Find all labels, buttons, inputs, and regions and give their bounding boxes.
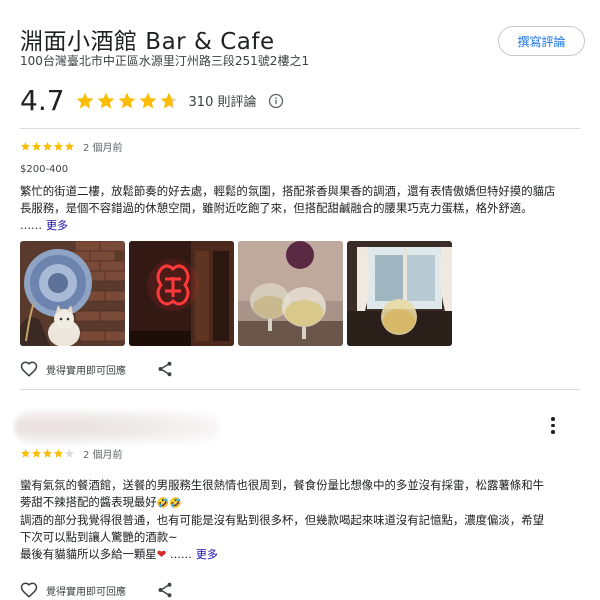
more-label[interactable]: 更多 [46,219,68,232]
place-title: 淵面小酒館 Bar & Cafe [20,29,275,55]
blurred-reviewer-info [14,410,219,444]
review-time: 2 個月前 [83,450,123,461]
review-stars [20,448,75,459]
heart-outline-icon [20,582,38,598]
review-line-text: 蒡甜不辣搭配的醬表現最好 [20,495,157,509]
helpful-button[interactable]: 覺得實用即可回應 [20,581,126,599]
red-neon-sign-photo[interactable] [129,241,234,346]
place-address: 100台灣臺北市中正區水源里汀州路三段251號2樓之1 [20,54,310,68]
cocktail-glasses-photo[interactable] [238,241,343,346]
rating-stars [75,91,179,111]
star-icon [20,448,31,458]
star-icon [64,448,75,458]
review-time: 2 個月前 [83,143,123,154]
star-icon [139,92,156,108]
star-icon [53,448,64,458]
rating-summary: 4.7 310 則評論 [20,84,284,117]
more-link[interactable]: …… 更多 [20,217,580,233]
review-card: 2 個月前 $200-400 繁忙的街道二樓，放鬆節奏的好去處，輕鬆的氛圍，搭配… [20,139,580,378]
star-icon [31,141,42,151]
price-range: $200-400 [20,164,69,175]
star-icon [53,141,64,151]
helpful-hint: 即可回應 [86,365,126,377]
heart-emoji-icon: ❤ [156,547,167,561]
review-stars [20,141,75,152]
review-meta: 2 個月前 [20,139,580,154]
share-icon[interactable] [156,360,174,378]
review-line-text: 最後有貓貓所以多給一顆星 [20,547,157,561]
review-actions: 覺得實用即可回應 [20,581,580,599]
star-icon [20,141,31,151]
heart-outline-icon [20,361,38,377]
rating-value: 4.7 [20,84,65,117]
review-line: 蠻有氣氛的餐酒館，送餐的男服務生很熱情也很周到，餐食份量比想像中的多並沒有採雷，… [20,478,544,492]
review-actions: 覺得實用即可回應 [20,360,580,378]
more-options-icon[interactable] [548,417,558,435]
review-line: 蒡甜不辣搭配的醬表現最好🤣🤣 [20,494,565,512]
review-line: 下次可以點到讓人驚艷的酒款~ [20,530,178,544]
helpful-label: 覺得實用 [46,586,86,598]
more-ellipsis: …… [20,219,42,232]
review-photos [20,241,580,346]
helpful-label: 覺得實用 [46,365,86,377]
review-line: 最後有貓貓所以多給一顆星❤ …… 更多 [20,546,565,563]
divider [20,128,580,129]
review-line: 調酒的部分我覺得很普通，也有可能是沒有點到很多杯，但幾款喝起來味道沒有記憶點，濃… [20,513,544,527]
helpful-button[interactable]: 覺得實用即可回應 [20,360,126,378]
star-icon [160,92,177,108]
star-icon [97,92,114,108]
more-ellipsis: …… [169,548,192,561]
review-meta: 2 個月前 [20,446,580,461]
star-icon [42,448,53,458]
laughing-emoji-icon: 🤣 [156,498,170,509]
star-icon [64,141,75,151]
more-link[interactable]: …… 更多 [170,548,218,561]
divider [20,389,580,390]
write-review-button[interactable]: 撰寫評論 [498,26,585,56]
review-text: 蠻有氣氛的餐酒館，送餐的男服務生很熱情也很周到，餐食份量比想像中的多並沒有採雷，… [20,477,565,563]
star-icon [76,92,93,108]
helpful-hint: 即可回應 [86,586,126,598]
cat-and-decor-photo[interactable] [20,241,125,346]
star-icon [118,92,135,108]
info-icon[interactable] [268,93,284,109]
drink-by-window-photo[interactable] [347,241,452,346]
star-icon [31,448,42,458]
laughing-emoji-icon: 🤣 [169,498,182,509]
review-text: 繁忙的街道二樓，放鬆節奏的好去處，輕鬆的氛圍，搭配茶香與果香的調酒，還有表情傲嬌… [20,184,556,215]
review-count[interactable]: 310 則評論 [189,91,257,110]
star-icon [42,141,53,151]
more-label[interactable]: 更多 [196,548,218,561]
review-card: 2 個月前 蠻有氣氛的餐酒館，送餐的男服務生很熱情也很周到，餐食份量比想像中的多… [20,446,580,599]
share-icon[interactable] [156,581,174,599]
